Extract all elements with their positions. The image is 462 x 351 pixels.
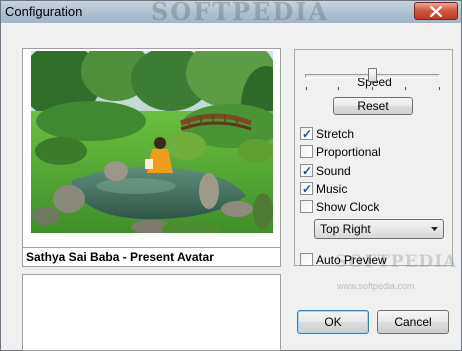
- sound-label: Sound: [316, 163, 351, 178]
- close-icon: [430, 6, 442, 17]
- sound-checkbox[interactable]: ✓ Sound: [300, 163, 351, 178]
- proportional-label: Proportional: [316, 144, 381, 159]
- checkmark-icon: ✓: [302, 164, 313, 178]
- softpedia-watermark: SOFTPEDIA: [151, 0, 330, 26]
- slider-thumb[interactable]: [368, 68, 377, 82]
- slider-tick: [372, 87, 373, 90]
- cancel-button[interactable]: Cancel: [377, 310, 449, 334]
- checkbox-box[interactable]: [300, 253, 313, 266]
- checkbox-box[interactable]: ✓: [300, 164, 313, 177]
- slider-tick: [439, 87, 440, 90]
- description-box[interactable]: [22, 274, 281, 351]
- speed-slider[interactable]: [305, 68, 440, 93]
- title-bar[interactable]: Configuration SOFTPEDIA: [1, 0, 461, 26]
- checkbox-box[interactable]: [300, 145, 313, 158]
- show-clock-checkbox[interactable]: Show Clock: [300, 199, 379, 214]
- configuration-window: Configuration SOFTPEDIA Sathya Sai Baba …: [0, 0, 462, 351]
- proportional-checkbox[interactable]: Proportional: [300, 144, 381, 159]
- checkmark-icon: ✓: [302, 127, 313, 141]
- auto-preview-label: Auto Preview: [316, 252, 387, 267]
- auto-preview-checkbox[interactable]: Auto Preview: [300, 252, 387, 267]
- preview-frame: [22, 48, 281, 257]
- checkbox-box[interactable]: ✓: [300, 182, 313, 195]
- stretch-checkbox[interactable]: ✓ Stretch: [300, 126, 354, 141]
- ok-button[interactable]: OK: [297, 310, 369, 334]
- music-checkbox[interactable]: ✓ Music: [300, 181, 347, 196]
- stretch-label: Stretch: [316, 126, 355, 141]
- preview-image: [31, 51, 273, 233]
- chevron-down-icon: [431, 227, 438, 231]
- show-clock-label: Show Clock: [316, 199, 380, 214]
- music-label: Music: [316, 181, 348, 196]
- reset-button[interactable]: Reset: [333, 97, 413, 115]
- checkmark-icon: ✓: [302, 182, 313, 196]
- window-title: Configuration: [5, 4, 83, 19]
- clock-position-value: Top Right: [320, 222, 371, 236]
- slider-tick: [338, 87, 339, 90]
- checkbox-box[interactable]: [300, 200, 313, 213]
- softpedia-url-watermark: www.softpedia.com: [337, 281, 415, 291]
- close-button[interactable]: [414, 2, 458, 20]
- slider-tick: [405, 87, 406, 90]
- caption-field[interactable]: Sathya Sai Baba - Present Avatar: [22, 247, 281, 267]
- slider-tick: [306, 87, 307, 90]
- checkbox-box[interactable]: ✓: [300, 127, 313, 140]
- clock-position-select[interactable]: Top Right: [314, 219, 444, 239]
